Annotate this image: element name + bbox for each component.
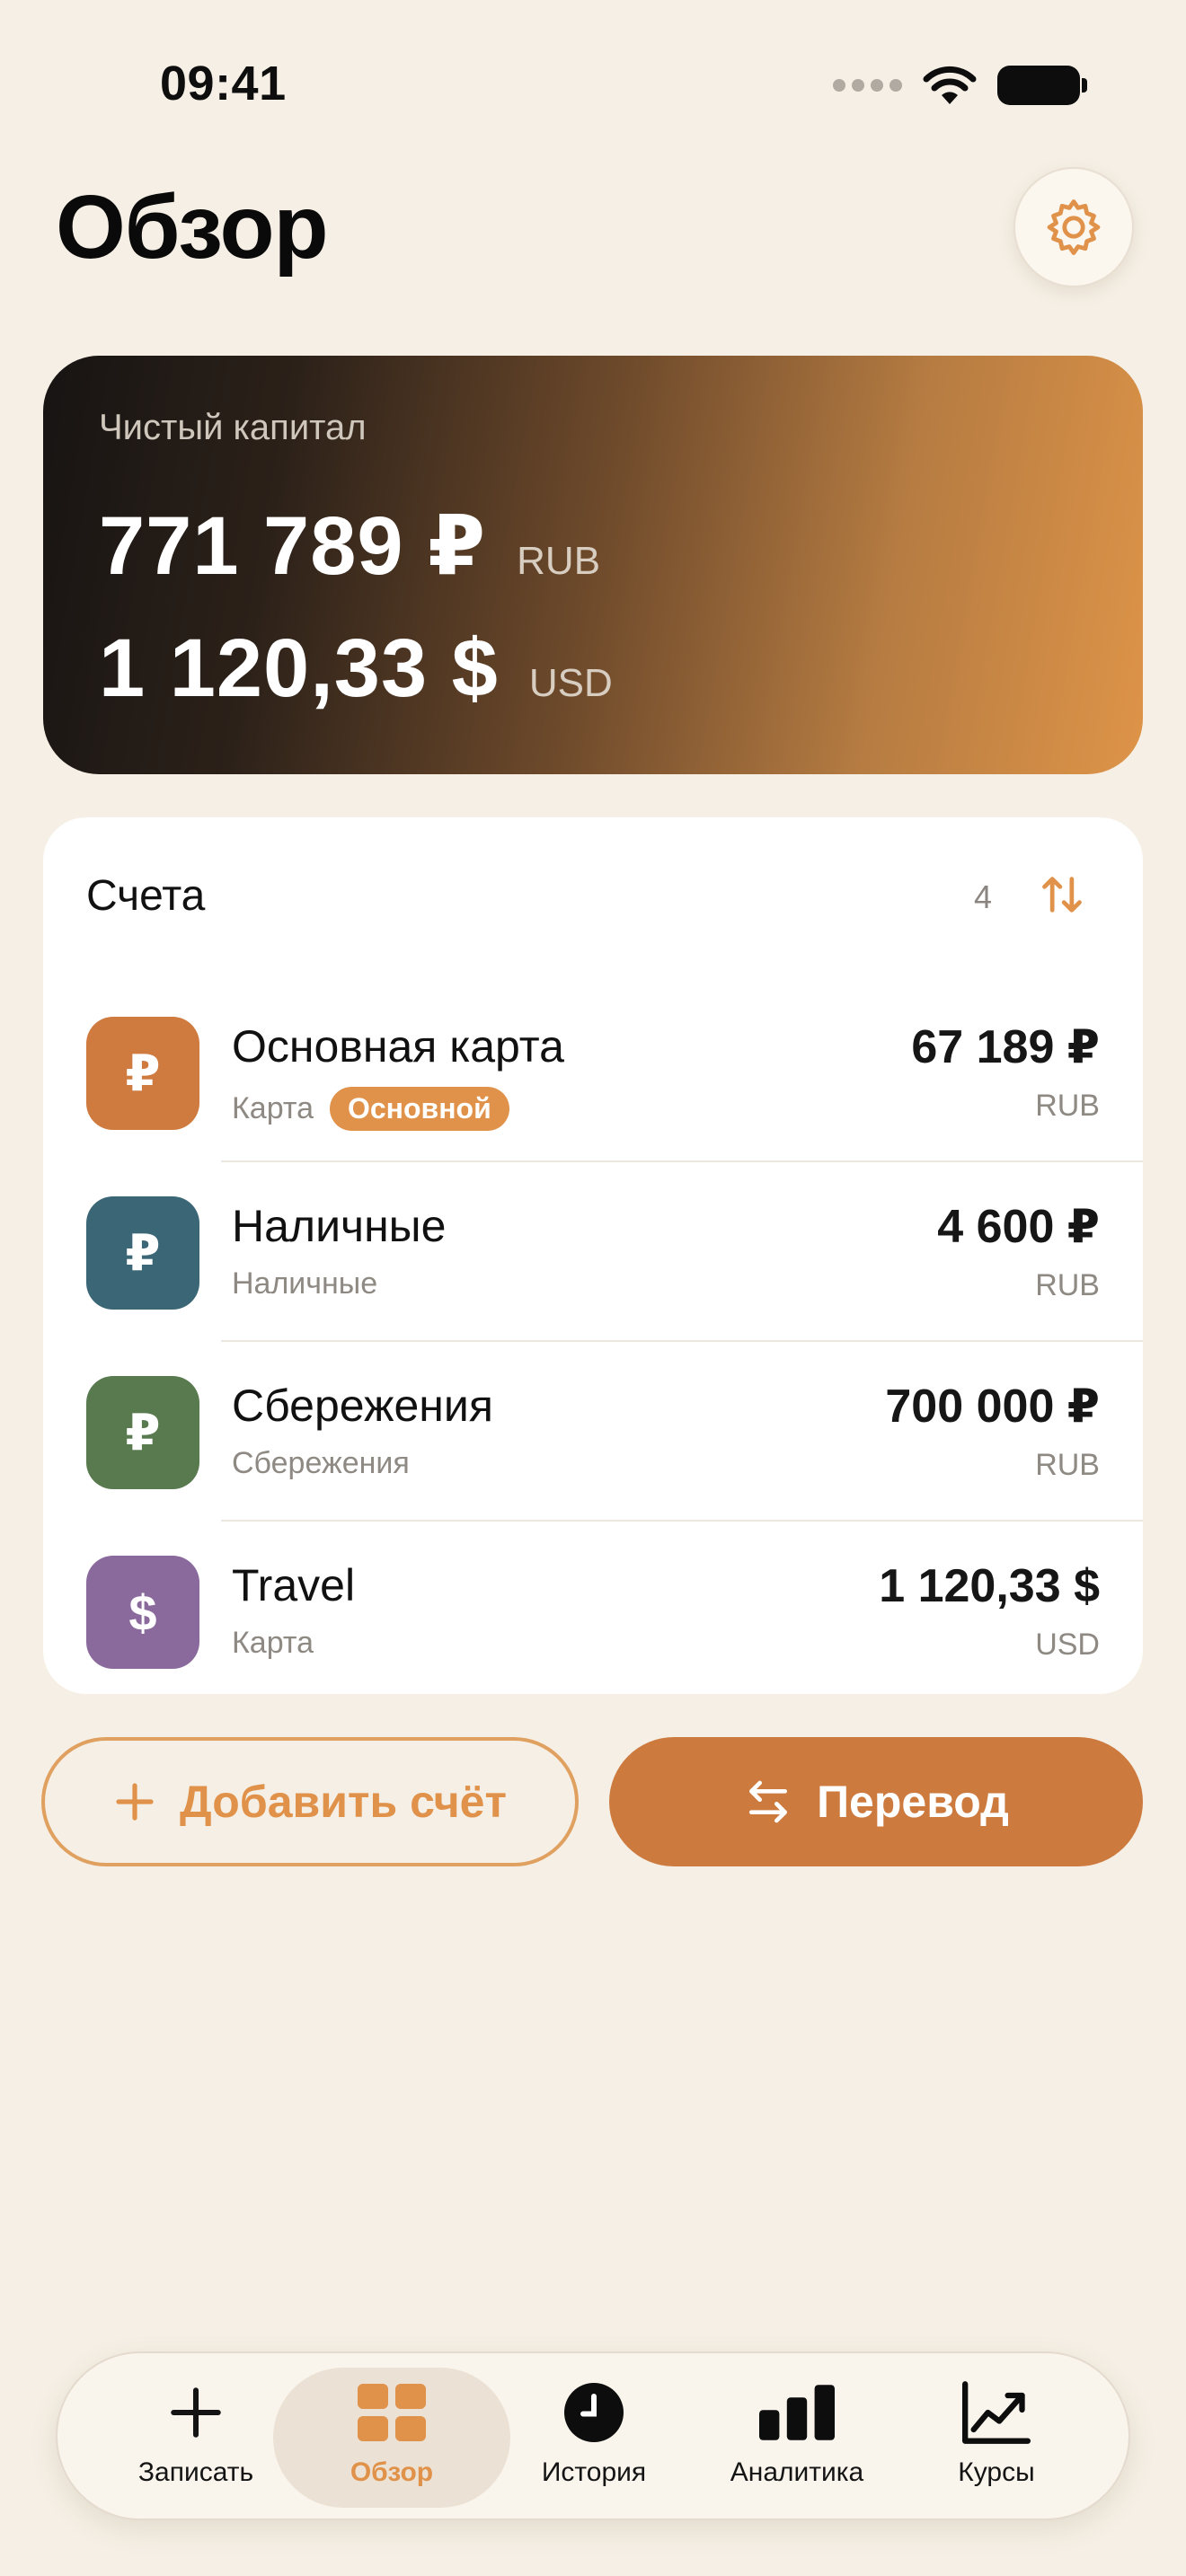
primary-badge: Основной [329,1087,509,1131]
net-worth-amount: 771 789 ₽ [99,500,487,592]
account-currency: RUB [1035,1089,1100,1123]
overview-screen: 09:41 Обзор Чистый капитал 771 789 ₽ RUB… [0,0,1186,2576]
add-account-label: Добавить счёт [180,1777,507,1827]
battery-icon [997,66,1087,105]
account-amount: 4 600 ₽ [937,1201,1100,1253]
account-amount: 1 120,33 $ [879,1560,1100,1612]
transfer-label: Перевод [817,1777,1009,1827]
account-subtitle: Карта [232,1626,314,1661]
account-name: Сбережения [232,1381,493,1431]
account-type: Сбережения [232,1446,410,1480]
page-title: Обзор [56,177,329,278]
account-subtitle: Карта Основной [232,1087,509,1131]
settings-button[interactable] [1013,167,1134,287]
tab-rates[interactable]: Курсы [897,2368,1096,2508]
gear-icon [1047,199,1101,255]
tab-overview[interactable]: Обзор [273,2368,510,2508]
add-account-button[interactable]: Добавить счёт [41,1737,579,1866]
net-worth-row-rub: 771 789 ₽ RUB [99,498,600,594]
tab-label: История [541,2457,647,2487]
account-currency: RUB [1035,1268,1100,1302]
tab-label: Записать [137,2457,254,2487]
net-worth-amount: 1 120,33 $ [99,622,499,714]
sort-arrows-icon [1042,877,1082,913]
account-amount: 700 000 ₽ [885,1381,1100,1433]
account-currency: RUB [1035,1448,1100,1482]
account-name: Основная карта [232,1021,564,1072]
account-row[interactable]: $ Travel Карта 1 120,33 $ USD [43,1522,1143,1694]
net-worth-label: Чистый капитал [99,408,367,447]
accounts-title: Счета [86,872,206,920]
dollar-icon: $ [86,1556,199,1669]
clock-icon [564,2383,624,2442]
account-type: Наличные [232,1266,378,1301]
net-worth-row-usd: 1 120,33 $ USD [99,622,613,716]
account-name: Наличные [232,1201,447,1251]
account-type: Карта [232,1626,314,1660]
account-type: Карта [232,1091,314,1125]
account-row[interactable]: ₽ Наличные Наличные 4 600 ₽ RUB [43,1162,1143,1342]
account-row[interactable]: ₽ Основная карта Карта Основной 67 189 ₽… [43,983,1143,1162]
trend-chart-icon [962,2381,1031,2444]
wifi-icon [923,66,977,104]
transfer-button[interactable]: Перевод [609,1737,1143,1866]
ruble-icon: ₽ [86,1196,199,1310]
sort-button[interactable] [1033,866,1091,923]
accounts-card: Счета 4 ₽ Основная карта Карта Основной … [43,817,1143,1694]
account-subtitle: Наличные [232,1266,377,1301]
tab-label: Курсы [958,2457,1035,2487]
ruble-icon: ₽ [86,1017,199,1130]
net-worth-currency: RUB [517,539,601,583]
tab-label: Обзор [350,2457,434,2487]
accounts-count: 4 [974,878,993,915]
ruble-icon: ₽ [86,1376,199,1489]
account-name: Travel [232,1560,356,1610]
net-worth-currency: USD [528,661,613,705]
account-amount: 67 189 ₽ [911,1021,1100,1073]
account-currency: USD [1035,1628,1100,1662]
tab-history[interactable]: История [494,2368,694,2508]
status-time: 09:41 [160,57,287,110]
plus-icon [116,1783,154,1821]
grid-icon [358,2384,426,2441]
bar-chart-icon [759,2385,835,2440]
net-worth-card: Чистый капитал 771 789 ₽ RUB 1 120,33 $ … [43,356,1143,774]
tab-record[interactable]: Записать [96,2368,296,2508]
transfer-arrows-icon [749,1780,788,1823]
cellular-signal-icon [833,79,902,92]
tab-label: Аналитика [730,2457,864,2487]
account-subtitle: Сбережения [232,1446,410,1481]
tab-bar: Записать Обзор История Аналитика Курсы [56,2351,1130,2520]
status-indicators [833,63,1087,108]
plus-icon [171,2387,221,2438]
account-row[interactable]: ₽ Сбережения Сбережения 700 000 ₽ RUB [43,1342,1143,1522]
tab-analytics[interactable]: Аналитика [697,2368,897,2508]
